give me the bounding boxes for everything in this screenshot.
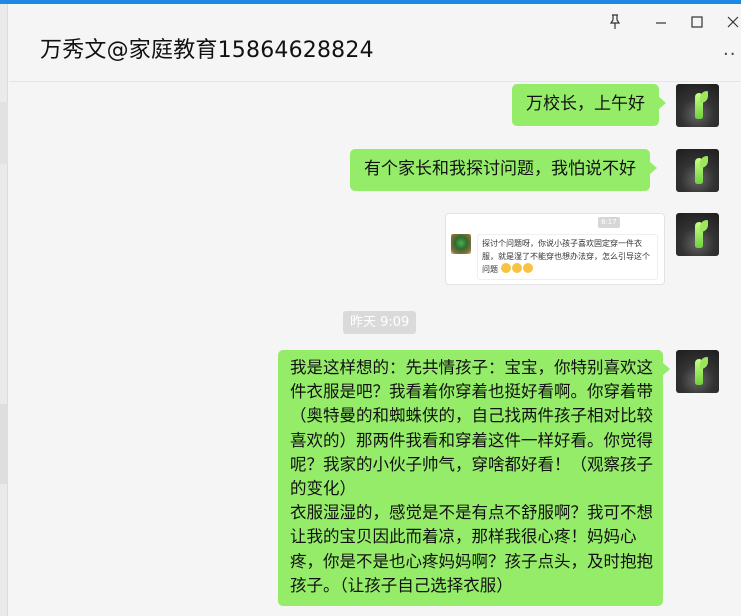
grin-emoji-icon	[500, 263, 511, 273]
chat-bubble-outgoing[interactable]: 我是这样想的：先共情孩子：宝宝，你特别喜欢这件衣服是吧？我看着你穿着也挺好看啊。…	[278, 350, 670, 607]
avatar-leaf	[700, 91, 708, 103]
minimize-icon[interactable]	[651, 12, 671, 32]
pin-icon[interactable]	[605, 12, 625, 32]
maximize-icon[interactable]	[687, 12, 707, 32]
chat-image-message[interactable]: 8:17 探讨个问题呀，你说小孩子喜欢固定穿一件衣服，就是湿了不能穿也想办法穿，…	[445, 213, 665, 285]
more-options-icon[interactable]: ··	[723, 44, 736, 65]
avatar-leaf	[700, 156, 708, 168]
image-avatar	[451, 234, 471, 254]
avatar[interactable]	[676, 213, 719, 256]
avatar[interactable]	[676, 350, 719, 393]
background-window-edge-segment	[0, 102, 8, 164]
chat-bubble-outgoing[interactable]: 万校长，上午好	[512, 84, 666, 126]
chat-header: 万秀文@家庭教育15864628824 ··	[9, 4, 741, 82]
grin-emoji-icon	[511, 263, 522, 273]
avatar-leaf	[700, 357, 708, 369]
chat-title: 万秀文@家庭教育15864628824	[40, 38, 374, 63]
background-window-edge-segment	[0, 404, 8, 484]
image-message-bubble: 探讨个问题呀，你说小孩子喜欢固定穿一件衣服，就是湿了不能穿也想办法穿，怎么引导这…	[477, 234, 658, 280]
chat-bubble-outgoing[interactable]: 有个家长和我探讨问题，我怕说不好	[350, 149, 657, 191]
avatar[interactable]	[676, 149, 719, 192]
grin-emoji-icon	[522, 263, 533, 273]
avatar-leaf	[700, 220, 708, 232]
avatar[interactable]	[676, 84, 719, 127]
chat-timestamp: 昨天 9:09	[343, 311, 417, 334]
message-paragraph: 我是这样想的：先共情孩子：宝宝，你特别喜欢这件衣服是吧？我看着你穿着也挺好看啊。…	[290, 358, 653, 595]
image-timestamp: 8:17	[598, 217, 620, 228]
close-icon[interactable]	[723, 12, 741, 32]
background-window-edge	[0, 4, 8, 616]
